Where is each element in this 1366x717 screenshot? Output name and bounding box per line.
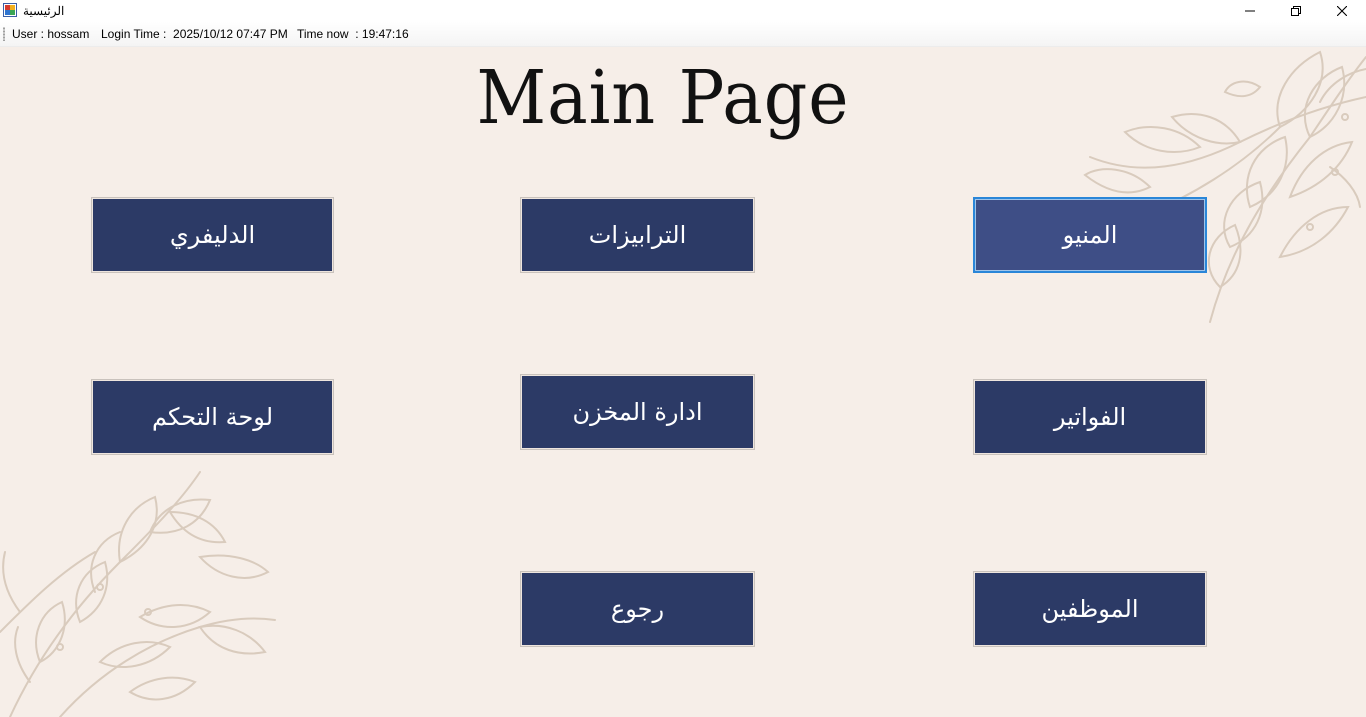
- window-title: الرئيسية: [23, 4, 65, 18]
- tables-button[interactable]: الترابيزات: [520, 197, 755, 273]
- app-icon: [3, 3, 17, 17]
- main-window: الرئيسية User : hossam Login Time : 2025…: [0, 0, 1366, 717]
- minimize-icon: [1245, 10, 1255, 12]
- leaf-decoration-bottom-left: [0, 471, 276, 717]
- time-now-label: Time now : 19:47:16: [297, 27, 409, 41]
- inventory-button[interactable]: ادارة المخزن: [520, 374, 755, 450]
- login-time-label: Login Time : 2025/10/12 07:47 PM: [101, 27, 288, 41]
- close-icon: [1337, 6, 1347, 16]
- title-bar: الرئيسية: [0, 0, 1366, 22]
- invoices-button[interactable]: الفواتير: [973, 379, 1207, 455]
- user-label: User : hossam: [12, 27, 90, 41]
- strip-grip[interactable]: [3, 27, 5, 41]
- restore-icon: [1291, 6, 1301, 16]
- employees-button[interactable]: الموظفين: [973, 571, 1207, 647]
- dashboard-button[interactable]: لوحة التحكم: [91, 379, 334, 455]
- status-strip: User : hossam Login Time : 2025/10/12 07…: [0, 22, 1366, 47]
- back-button[interactable]: رجوع: [520, 571, 755, 647]
- main-content: Main Page الدليفري الترابيزات المنيو لوح…: [0, 47, 1366, 717]
- minimize-button[interactable]: [1227, 0, 1273, 22]
- menu-button[interactable]: المنيو: [973, 197, 1207, 273]
- page-title: Main Page: [476, 55, 850, 141]
- restore-button[interactable]: [1273, 0, 1319, 22]
- close-button[interactable]: [1319, 0, 1365, 22]
- delivery-button[interactable]: الدليفري: [91, 197, 334, 273]
